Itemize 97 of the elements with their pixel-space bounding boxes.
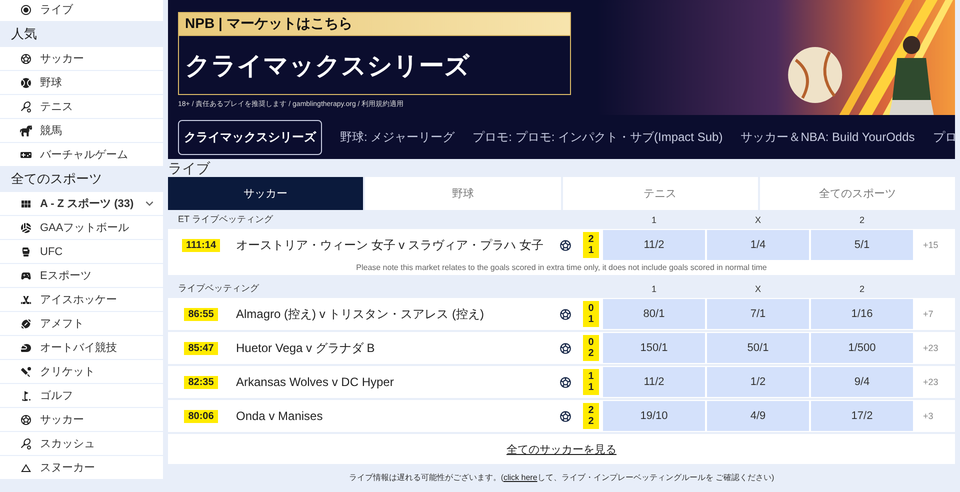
column-heading: X — [754, 284, 762, 294]
glove-icon — [20, 246, 32, 258]
sidebar-item[interactable]: スカッシュ — [0, 432, 163, 455]
sidebar-item[interactable]: ライブ — [0, 0, 163, 21]
match-row[interactable]: 85:47 Huetor Vega v グラナダ B 0 2 150/1 50/1 1/500 +23 — [168, 332, 955, 364]
sidebar-item[interactable]: サッカー — [0, 408, 163, 431]
match-clock: 111:14 — [182, 238, 220, 252]
column-heading: 1 — [650, 214, 658, 224]
sidebar-item[interactable]: ゴルフ — [0, 384, 163, 407]
odds-button[interactable]: 9/4 — [811, 367, 913, 397]
sidebar-item[interactable]: オートバイ競技 — [0, 336, 163, 359]
sidebar-item[interactable]: サッカー — [0, 47, 163, 70]
sidebar-heading: 全てのスポーツ — [10, 170, 103, 188]
market-heading: ET ライブベッティング — [177, 213, 274, 226]
more-markets-link[interactable]: +23 — [915, 343, 955, 353]
score-badge: 1 1 — [583, 369, 599, 395]
match-row[interactable]: 80:06 Onda v Manises 2 2 19/10 4/9 17/2 +3 — [168, 400, 955, 432]
match-row[interactable]: 82:35 Arkansas Wolves v DC Hyper 1 1 11/2 1/2 9/4 +23 — [168, 366, 955, 398]
match-clock: 86:55 — [184, 308, 218, 320]
sport-tab[interactable]: サッカー — [168, 177, 364, 210]
cricket-bat-icon — [20, 366, 32, 378]
odds-button[interactable]: 5/1 — [811, 230, 913, 260]
sidebar-item[interactable]: Eスポーツ — [0, 264, 163, 287]
sports-dropdown[interactable]: A - Z スポーツ (33) — [0, 192, 163, 215]
odds-button[interactable]: 80/1 — [603, 299, 705, 329]
odds-button[interactable]: 19/10 — [603, 401, 705, 431]
golf-flag-icon — [20, 390, 32, 402]
sidebar-item[interactable]: 野球 — [0, 71, 163, 94]
football-icon — [20, 318, 32, 330]
odds-button[interactable]: 17/2 — [811, 401, 913, 431]
score-badge: 0 1 — [583, 301, 599, 327]
column-heading: 2 — [858, 214, 866, 224]
sidebar-item[interactable]: テニス — [0, 95, 163, 118]
click-here-link[interactable]: click here — [503, 473, 538, 482]
market-note: Please note this market relates to the goals scored in extra time only, it does not include goals scored in normal time — [168, 261, 955, 275]
odds-button[interactable]: 150/1 — [603, 333, 705, 363]
more-markets-link[interactable]: +23 — [915, 377, 955, 387]
see-all-link[interactable]: 全てのサッカーを見る — [506, 442, 616, 456]
odds-button[interactable]: 11/2 — [603, 230, 705, 260]
odds-button[interactable]: 4/9 — [707, 401, 809, 431]
match-name[interactable]: Onda v Manises — [230, 409, 557, 423]
column-heading: 1 — [650, 284, 658, 294]
footer-text: ライブ情報は遅れる可能性がございます。(click here して、ライブ・インプレーベッティングルールを ご確認ください) — [348, 472, 776, 483]
promo-nav-item[interactable]: クライマックスシリーズ — [178, 120, 322, 154]
grid-icon — [20, 198, 32, 210]
sidebar-item[interactable]: アイスホッケー — [0, 288, 163, 311]
promo-nav-item[interactable]: 野球: メジャーリーグ — [340, 128, 455, 146]
match-name[interactable]: オーストリア・ウィーン 女子 v スラヴィア・プラハ 女子 — [230, 236, 557, 254]
more-markets-link[interactable]: +7 — [915, 309, 955, 319]
market-heading: ライブベッティング — [177, 282, 260, 295]
sport-tab[interactable]: テニス — [562, 177, 758, 210]
sport-tab[interactable]: 野球 — [365, 177, 560, 210]
sidebar-item[interactable]: クリケット — [0, 360, 163, 383]
sidebar-item[interactable]: 競馬 — [0, 119, 163, 142]
column-heading: 2 — [858, 284, 866, 294]
promo-nav-item[interactable]: サッカー＆NBA: Build YourOdds — [740, 128, 915, 146]
section-title: ライブ — [168, 159, 212, 177]
match-row[interactable]: 86:55 Almagro (控え) v トリスタン・スアレス (控え) 0 1 80/1 7/1 1/16 +7 — [168, 298, 955, 330]
more-markets-link[interactable]: +3 — [915, 411, 955, 421]
match-name[interactable]: Huetor Vega v グラナダ B — [230, 340, 557, 356]
match-clock: 82:35 — [184, 376, 218, 388]
score-badge: 2 1 — [583, 232, 599, 258]
score-badge: 2 2 — [583, 403, 599, 429]
promo-nav-item[interactable]: プロ — [932, 128, 955, 146]
match-name[interactable]: Almagro (控え) v トリスタン・スアレス (控え) — [230, 306, 557, 322]
promo-nav-item[interactable]: プロモ: プロモ: インパクト・サブ(Impact Sub) — [472, 128, 723, 146]
helmet-icon — [20, 342, 32, 354]
sidebar-item[interactable]: GAAフットボール — [0, 216, 163, 239]
banner-eyebrow: NPB | マーケットはこちら — [178, 12, 571, 36]
match-name[interactable]: Arkansas Wolves v DC Hyper — [230, 375, 557, 389]
sidebar-item[interactable]: バーチャルゲーム — [0, 143, 163, 166]
odds-button[interactable]: 1/500 — [811, 333, 913, 363]
match-row[interactable]: 111:14 オーストリア・ウィーン 女子 v スラヴィア・プラハ 女子 2 1 11/2 1/4 5/1 +15 — [168, 229, 955, 261]
triangle-icon — [20, 462, 32, 474]
odds-button[interactable]: 1/4 — [707, 230, 809, 260]
sidebar-item[interactable]: UFC — [0, 240, 163, 263]
odds-button[interactable]: 11/2 — [603, 367, 705, 397]
baseball-icon — [20, 76, 32, 88]
sidebar-heading: 人気 — [10, 25, 38, 43]
sidebar-item[interactable]: アメフト — [0, 312, 163, 335]
odds-button[interactable]: 1/16 — [811, 299, 913, 329]
hockey-stick-icon — [20, 294, 32, 306]
odds-button[interactable]: 7/1 — [707, 299, 809, 329]
odds-button[interactable]: 50/1 — [707, 333, 809, 363]
column-heading: X — [754, 214, 762, 224]
horse-icon — [20, 124, 32, 136]
banner-title: クライマックスシリーズ — [178, 36, 571, 95]
odds-button[interactable]: 1/2 — [707, 367, 809, 397]
match-clock: 80:06 — [184, 410, 218, 422]
live-icon — [20, 4, 32, 16]
match-clock: 85:47 — [184, 342, 218, 354]
sport-tab[interactable]: 全てのスポーツ — [760, 177, 955, 210]
racket-icon — [20, 438, 32, 450]
more-markets-link[interactable]: +15 — [915, 240, 955, 250]
controller-icon — [20, 270, 32, 282]
sidebar-item[interactable]: スヌーカー — [0, 456, 163, 479]
score-badge: 0 2 — [583, 335, 599, 361]
